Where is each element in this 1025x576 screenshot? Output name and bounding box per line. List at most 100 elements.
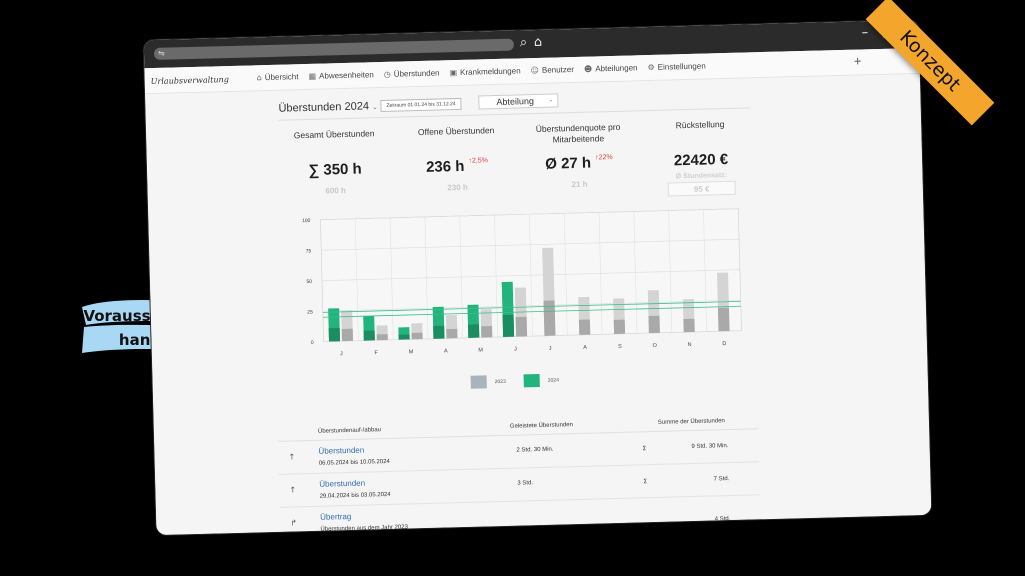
nav-item-label: Überstunden: [393, 68, 440, 79]
sum-icon: Σ: [643, 478, 648, 486]
bar-2024-segment: [433, 325, 445, 339]
nav-item-abteilungen[interactable]: ☻ Abteilungen: [584, 63, 638, 73]
department-select[interactable]: Abteilung ⌄: [478, 93, 559, 110]
forward-icon: ↱: [290, 518, 298, 528]
row-range: 29.04.2024 bis 03.05.2024: [319, 491, 391, 500]
kpi-value: Ø 27 h ↑22%: [519, 153, 639, 173]
kpi-label: Rückstellung: [675, 119, 725, 131]
kpi-value: ∑ 350 h: [275, 160, 395, 180]
nav-item-abwesenheiten[interactable]: ▦ Abwesenheiten: [308, 70, 373, 81]
minimize-icon[interactable]: –: [862, 25, 869, 40]
period-select[interactable]: Zeitraum 01.01.24 bis 31.12.24: [380, 97, 462, 113]
kpi-value: 236 h ↑2,5%: [397, 156, 517, 176]
search-icon[interactable]: ⌕: [520, 35, 528, 51]
bar-2023-segment: [446, 328, 458, 339]
overtime-table: Überstundenauf-/abbau Geleistete Überstu…: [277, 413, 761, 535]
bar-2023-segment: [515, 316, 528, 337]
year-select-label: Überstunden 2024: [278, 100, 370, 115]
nav-item-krankmeldungen[interactable]: ▣ Krankmeldungen: [449, 66, 520, 77]
add-icon[interactable]: +: [854, 53, 862, 68]
users-icon: ☻: [583, 64, 593, 74]
legend-item-2023: 2023: [470, 375, 506, 389]
bar-2023-segment: [481, 325, 493, 338]
settings-icon: ⇋: [157, 48, 165, 58]
chart-legend: 2023 2024: [470, 373, 560, 389]
bar-2024-segment: [398, 334, 410, 340]
home-icon: ⌂: [256, 73, 262, 83]
main-content: Überstunden 2024 ⌄ Zeitraum 01.01.24 bis …: [145, 73, 932, 536]
kpi-previous: 600 h: [325, 185, 347, 196]
arrow-up-icon: ↑: [288, 452, 296, 462]
nav-item-label: Einstellungen: [657, 61, 706, 72]
kpi-open-overtime: Offene Überstunden 236 h ↑2,5% 230 h: [396, 125, 518, 194]
trend-up-badge: ↑22%: [595, 153, 613, 162]
kpi-value-text: 22420 €: [673, 150, 729, 170]
bar-2023-segment: [683, 318, 695, 333]
row-title-link[interactable]: Übertrag: [320, 512, 351, 522]
hourly-rate-label: Ø Stundensatz:: [675, 172, 728, 181]
bar-2024-segment: [502, 314, 515, 337]
x-tick-label: O: [653, 343, 658, 349]
kpi-previous: 230 h: [447, 182, 468, 193]
nav-item-einstellungen[interactable]: ⚙ Einstellungen: [647, 62, 705, 73]
legend-item-2024: 2024: [523, 373, 560, 388]
year-select[interactable]: Überstunden 2024 ⌄: [278, 100, 378, 115]
kpi-provision: Rückstellung 22420 € Ø Stundensatz: 95 €: [640, 118, 762, 197]
bar-2024-segment: [363, 330, 375, 341]
x-tick-label: J: [340, 351, 343, 357]
x-tick-label: D: [722, 341, 726, 347]
app-brand[interactable]: Urlaubsverwaltung: [151, 75, 229, 86]
medical-icon: ▣: [449, 68, 458, 78]
row-sum: 4 Std.: [714, 516, 731, 523]
y-tick-label: 75: [306, 248, 312, 254]
nav-item-label: Benutzer: [541, 64, 575, 75]
bar-2023-segment: [341, 328, 354, 342]
kpi-overtime-rate: Überstundenquote pro Mitarbeitende Ø 27 …: [518, 121, 640, 190]
kpi-total-overtime: Gesamt Überstunden ∑ 350 h 600 h: [274, 128, 396, 197]
nav-item-benutzer[interactable]: ☺ Benutzer: [530, 65, 574, 75]
bar-2023-segment: [543, 300, 556, 336]
x-tick-label: A: [583, 345, 587, 351]
y-tick-label: 100: [302, 218, 311, 224]
nav-item-label: Krankmeldungen: [460, 66, 521, 77]
row-sum: 9 Std. 30 Min.: [691, 443, 729, 451]
column-header: Summe der Überstunden: [657, 418, 725, 426]
bar-2024-segment: [467, 324, 480, 338]
address-bar[interactable]: ⇋: [153, 38, 515, 60]
y-tick-label: 25: [307, 309, 313, 315]
legend-swatch-2023: [470, 375, 487, 389]
kpi-value: 22420 €: [641, 150, 761, 170]
chevron-down-icon: ⌄: [371, 104, 378, 112]
chevron-down-icon: ⌄: [548, 97, 554, 104]
bar-2024-segment: [328, 328, 341, 342]
bar-2023-segment: [648, 315, 660, 334]
kpi-value-text: Ø 27 h: [545, 154, 592, 173]
x-tick-label: S: [618, 344, 622, 350]
row-done: 3 Std.: [517, 480, 534, 487]
nav-items: ⌂ Übersicht ▦ Abwesenheiten ◷ Überstunden ▣…: [257, 62, 706, 83]
kpi-previous: 21 h: [571, 179, 588, 190]
legend-swatch-2024: [523, 373, 540, 388]
hourly-rate-field[interactable]: 95 €: [667, 180, 736, 197]
bar-2023-segment: [613, 319, 626, 335]
home-icon[interactable]: ⌂: [534, 35, 543, 51]
x-tick-label: F: [374, 350, 378, 356]
trend-up-badge: ↑2,5%: [468, 157, 489, 165]
x-tick-label: A: [444, 348, 448, 354]
x-tick-label: M: [478, 347, 483, 353]
clock-icon: ◷: [383, 69, 391, 79]
nav-item-label: Übersicht: [264, 72, 299, 83]
nav-item-uebersicht[interactable]: ⌂ Übersicht: [257, 72, 299, 82]
nav-item-ueberstunden[interactable]: ◷ Überstunden: [384, 68, 440, 78]
bar-2023-segment: [578, 319, 591, 335]
legend-label: 2023: [494, 378, 506, 385]
kpi-label: Überstundenquote pro Mitarbeitende: [535, 121, 621, 145]
filter-row: Überstunden 2024 ⌄ Zeitraum 01.01.24 bis …: [278, 90, 751, 121]
calendar-icon: ▦: [308, 71, 317, 81]
row-title-link[interactable]: Überstunden: [319, 479, 365, 489]
legend-label: 2024: [547, 376, 560, 384]
row-title-link[interactable]: Überstunden: [318, 446, 364, 456]
column-header: Überstundenauf-/abbau: [317, 427, 382, 435]
row-range: Überstunden aus dem Jahr 2023: [320, 524, 408, 533]
overtime-bar-chart: 0 25 50 75 100 J F M A M J J A S O N D: [302, 208, 742, 357]
